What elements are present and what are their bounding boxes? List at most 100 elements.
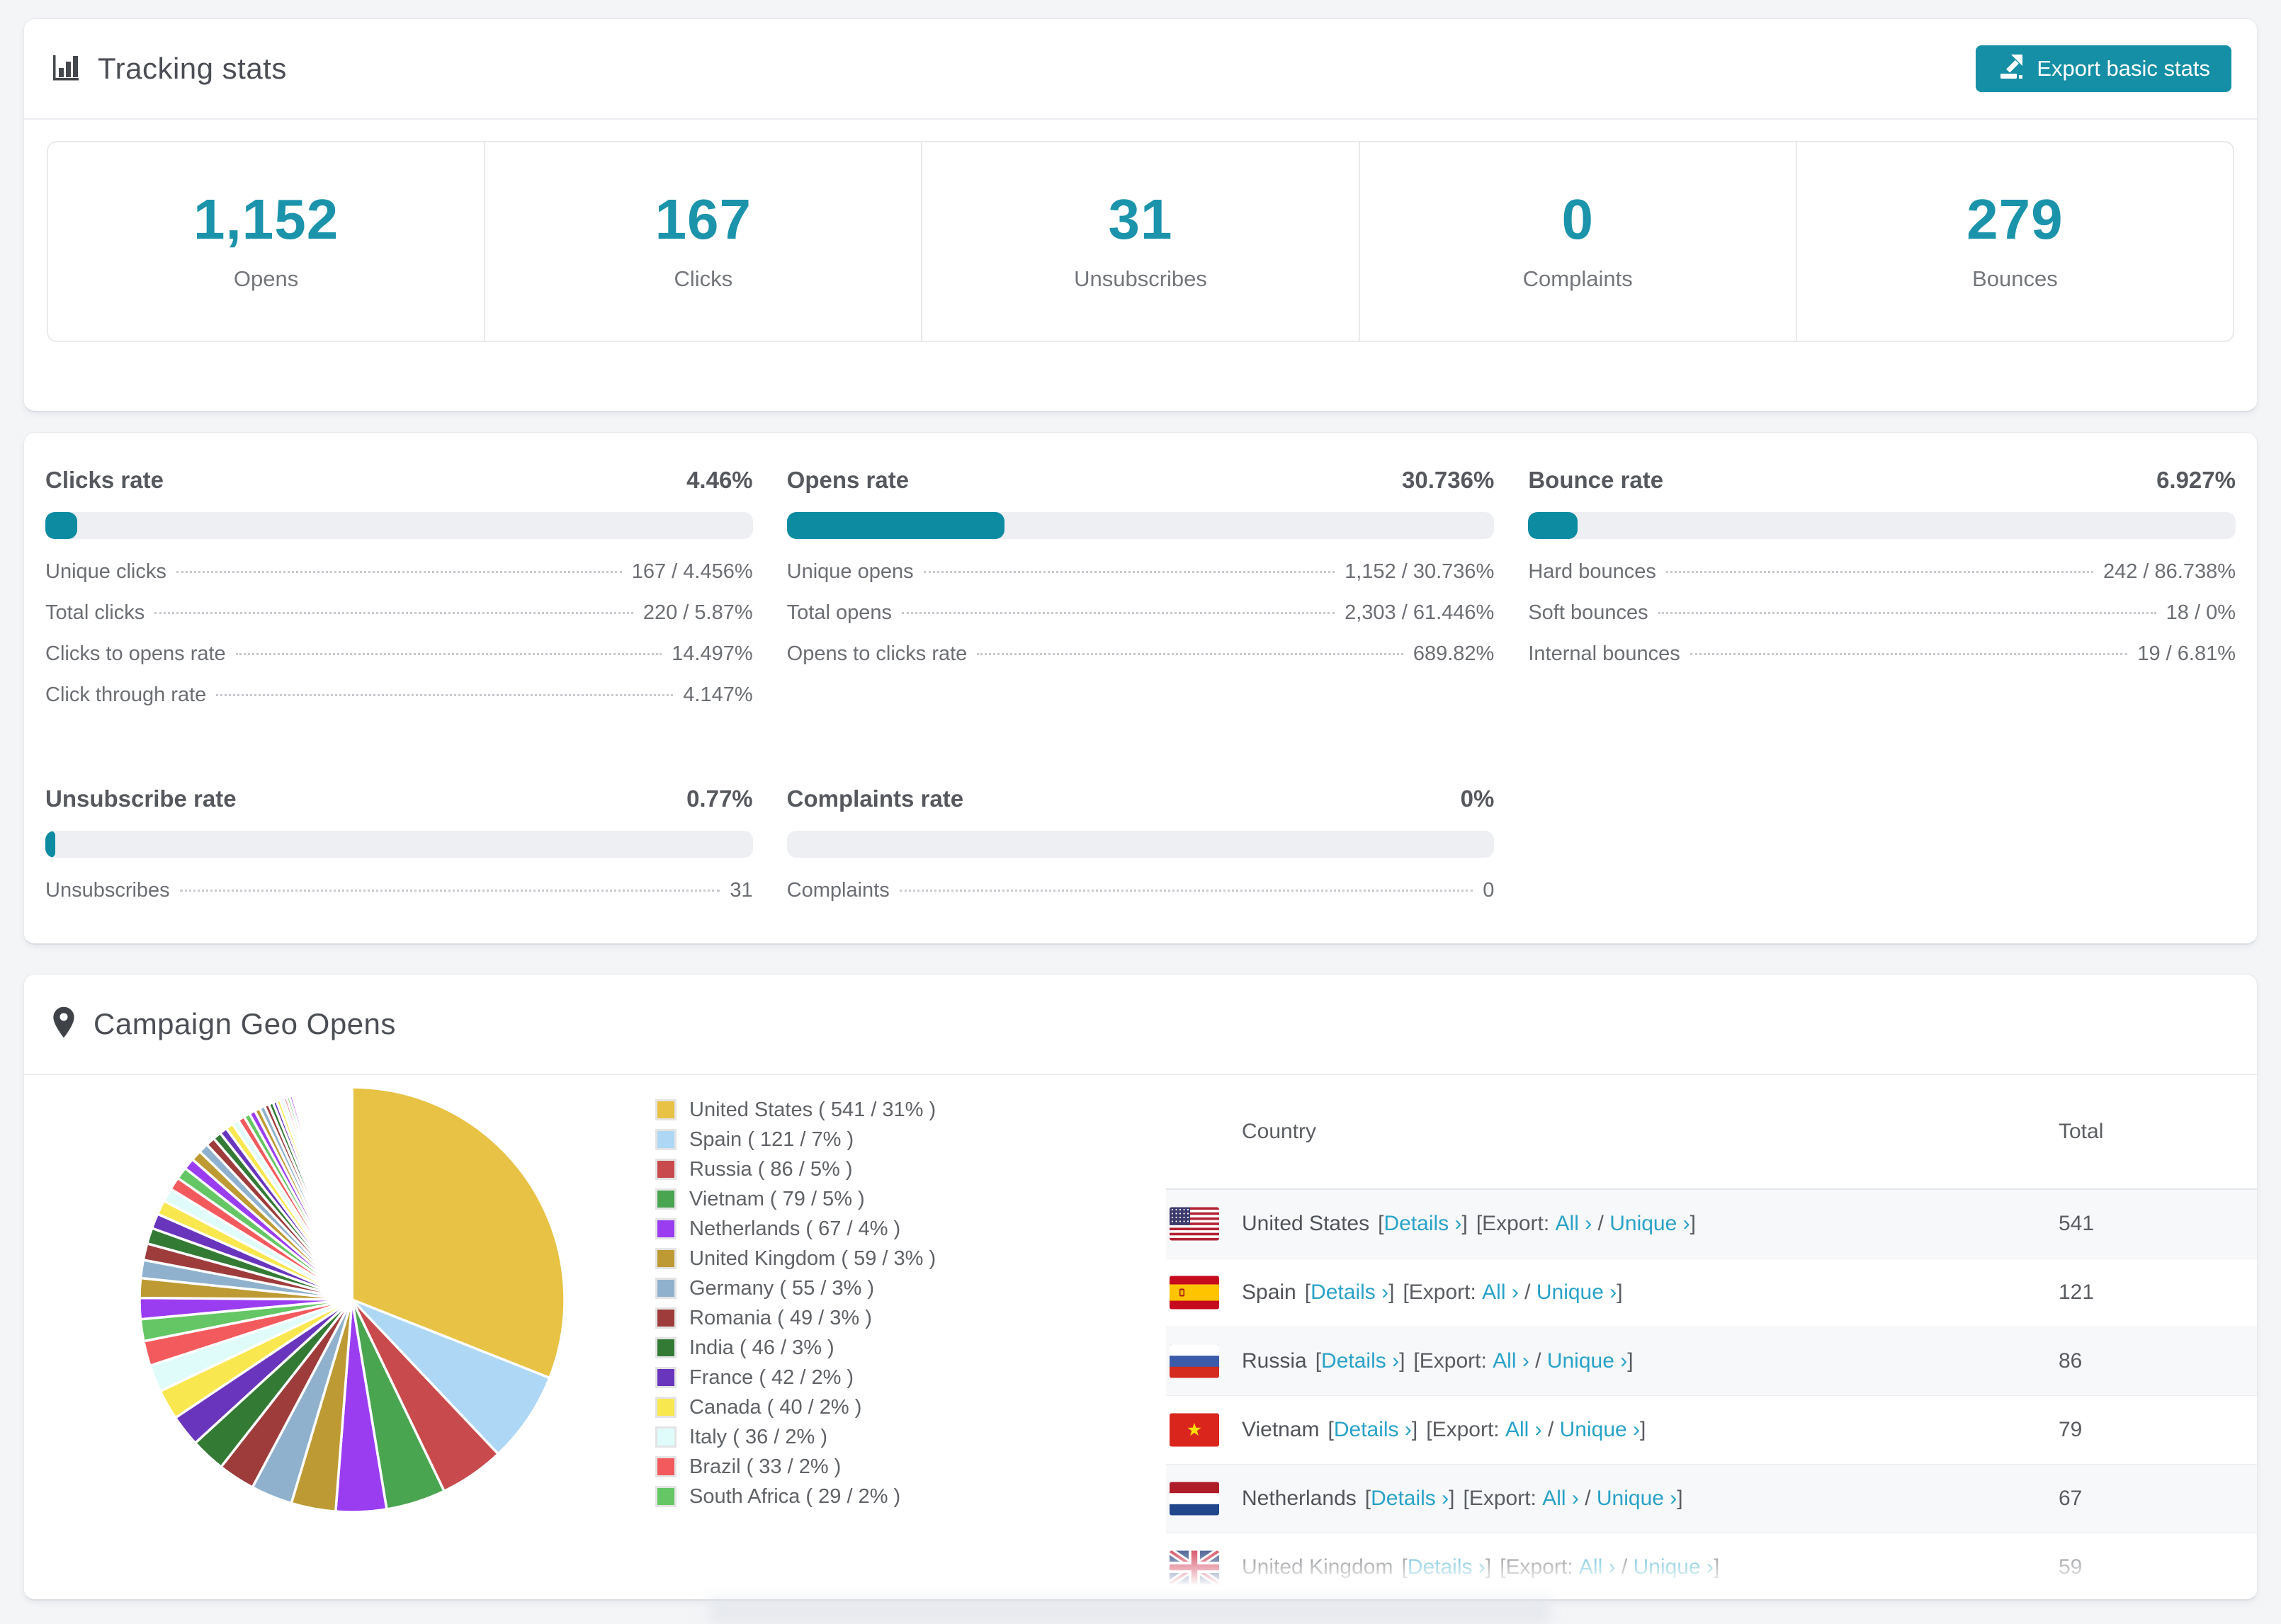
legend-item-canada[interactable]: Canada ( 40 / 2% ) xyxy=(655,1392,936,1422)
export-unique-link[interactable]: Unique › xyxy=(1560,1418,1640,1442)
geo-table-header: Country Total xyxy=(1166,1075,2257,1190)
rate-section-bounce-rate: Bounce rate 6.927% Hard bounces 242 / 86.73… xyxy=(1528,467,2236,725)
rate-title: Bounce rate xyxy=(1528,467,1664,493)
legend-label: United Kingdom ( 59 / 3% ) xyxy=(689,1247,936,1270)
export-all-link[interactable]: All › xyxy=(1505,1418,1542,1442)
flag-icon-nl xyxy=(1170,1482,1219,1516)
export-all-link[interactable]: All › xyxy=(1482,1281,1519,1305)
legend-item-germany[interactable]: Germany ( 55 / 3% ) xyxy=(655,1273,936,1303)
country-name: Spain xyxy=(1242,1281,1296,1304)
export-icon xyxy=(1997,52,2025,86)
dotted-leader xyxy=(923,571,1335,573)
pie-slice-other[interactable] xyxy=(350,1086,353,1300)
legend-item-spain[interactable]: Spain ( 121 / 7% ) xyxy=(655,1125,936,1154)
legend-item-vietnam[interactable]: Vietnam ( 79 / 5% ) xyxy=(655,1184,936,1214)
detail-label: Opens to clicks rate xyxy=(786,642,968,665)
header-divider xyxy=(24,118,2257,120)
rate-value: 0% xyxy=(1460,785,1495,812)
legend-label: Brazil ( 33 / 2% ) xyxy=(689,1455,842,1478)
details-link[interactable]: Details › xyxy=(1321,1349,1399,1373)
details-link[interactable]: Details › xyxy=(1383,1212,1461,1236)
bar-chart-icon xyxy=(50,51,82,87)
stat-value-unsubscribes: 31 xyxy=(1108,188,1173,251)
detail-label: Total clicks xyxy=(45,601,145,624)
dotted-leader xyxy=(154,612,633,614)
detail-label: Total opens xyxy=(786,601,892,624)
legend-label: Romania ( 49 / 3% ) xyxy=(689,1306,872,1329)
detail-label: Click through rate xyxy=(45,683,207,706)
progress-fill xyxy=(45,512,77,539)
legend-swatch xyxy=(655,1218,677,1239)
legend-item-brazil[interactable]: Brazil ( 33 / 2% ) xyxy=(655,1452,936,1482)
legend-item-romania[interactable]: Romania ( 49 / 3% ) xyxy=(655,1303,936,1333)
detail-row-clicks-to-opens-rate: Clicks to opens rate 14.497% xyxy=(45,642,753,683)
detail-value: 18 / 0% xyxy=(2166,601,2236,624)
rate-value: 6.927% xyxy=(2156,467,2236,493)
detail-row-soft-bounces: Soft bounces 18 / 0% xyxy=(1528,601,2236,642)
export-unique-link[interactable]: Unique › xyxy=(1547,1349,1627,1373)
legend-item-france[interactable]: France ( 42 / 2% ) xyxy=(655,1363,936,1392)
details-link[interactable]: Details › xyxy=(1334,1418,1412,1442)
rate-title: Clicks rate xyxy=(45,467,164,493)
geo-table-row-united-kingdom: United Kingdom[Details ›] [Export: All › … xyxy=(1166,1533,2257,1599)
legend-item-russia[interactable]: Russia ( 86 / 5% ) xyxy=(655,1154,936,1184)
export-button-label: Export basic stats xyxy=(2037,56,2210,81)
detail-label: Unsubscribes xyxy=(45,879,170,902)
legend-label: Germany ( 55 / 3% ) xyxy=(689,1276,875,1300)
detail-row-unique-clicks: Unique clicks 167 / 4.456% xyxy=(45,560,753,601)
pie-legend: United States ( 541 / 31% ) Spain ( 121 /… xyxy=(655,1095,936,1511)
legend-label: Vietnam ( 79 / 5% ) xyxy=(689,1187,865,1210)
stat-cell-opens: 1,152 Opens xyxy=(48,142,486,341)
details-link[interactable]: Details › xyxy=(1371,1487,1449,1511)
rate-value: 30.736% xyxy=(1402,467,1495,493)
detail-value: 689.82% xyxy=(1413,642,1495,665)
legend-label: Spain ( 121 / 7% ) xyxy=(689,1128,854,1151)
export-unique-link[interactable]: Unique › xyxy=(1609,1212,1689,1236)
legend-item-netherlands[interactable]: Netherlands ( 67 / 4% ) xyxy=(655,1214,936,1244)
rate-title: Opens rate xyxy=(786,467,910,493)
export-all-link[interactable]: All › xyxy=(1556,1212,1592,1236)
detail-value: 31 xyxy=(730,879,753,902)
export-basic-stats-button[interactable]: Export basic stats xyxy=(1976,45,2231,92)
export-unique-link[interactable]: Unique › xyxy=(1634,1555,1714,1579)
export-all-link[interactable]: All › xyxy=(1542,1487,1579,1511)
legend-label: Netherlands ( 67 / 4% ) xyxy=(689,1217,901,1240)
details-link[interactable]: Details › xyxy=(1311,1281,1388,1305)
geo-table-row-spain: Spain[Details ›] [Export: All › / Unique … xyxy=(1166,1259,2257,1327)
stat-value-complaints: 0 xyxy=(1561,188,1594,251)
legend-item-south-africa[interactable]: South Africa ( 29 / 2% ) xyxy=(655,1482,936,1511)
flag-icon-es xyxy=(1170,1276,1219,1310)
progress-fill xyxy=(45,831,55,858)
legend-label: Canada ( 40 / 2% ) xyxy=(689,1395,862,1419)
legend-swatch xyxy=(655,1188,677,1210)
legend-item-india[interactable]: India ( 46 / 3% ) xyxy=(655,1333,936,1363)
legend-item-united-states[interactable]: United States ( 541 / 31% ) xyxy=(655,1095,936,1125)
country-total: 59 xyxy=(2059,1555,2083,1579)
flag-icon-vn xyxy=(1170,1413,1219,1447)
export-all-link[interactable]: All › xyxy=(1579,1555,1616,1579)
dotted-leader xyxy=(1658,612,2156,614)
export-unique-link[interactable]: Unique › xyxy=(1536,1281,1617,1305)
rate-section-complaints-rate: Complaints rate 0% Complaints 0 xyxy=(786,785,1495,920)
stat-cell-clicks: 167 Clicks xyxy=(485,142,923,341)
rate-section-unsubscribe-rate: Unsubscribe rate 0.77% Unsubscribes 31 xyxy=(45,785,753,920)
details-link[interactable]: Details › xyxy=(1408,1555,1485,1579)
export-all-link[interactable]: All › xyxy=(1493,1349,1529,1373)
progress-bar-unsubscribe-rate xyxy=(45,831,753,858)
detail-value: 242 / 86.738% xyxy=(2102,560,2236,583)
detail-value: 167 / 4.456% xyxy=(631,560,753,583)
dotted-leader xyxy=(176,571,622,573)
detail-label: Internal bounces xyxy=(1528,642,1680,665)
export-unique-link[interactable]: Unique › xyxy=(1597,1487,1677,1511)
detail-row-unique-opens: Unique opens 1,152 / 30.736% xyxy=(787,560,1495,601)
legend-swatch xyxy=(655,1307,677,1329)
legend-item-united-kingdom[interactable]: United Kingdom ( 59 / 3% ) xyxy=(655,1244,936,1273)
stat-value-clicks: 167 xyxy=(655,188,752,251)
legend-item-italy[interactable]: Italy ( 36 / 2% ) xyxy=(655,1422,936,1452)
detail-row-unsubscribes: Unsubscribes 31 xyxy=(45,879,753,920)
stat-value-opens: 1,152 xyxy=(193,188,339,251)
detail-label: Clicks to opens rate xyxy=(45,642,226,665)
detail-row-click-through-rate: Click through rate 4.147% xyxy=(45,683,753,725)
legend-label: India ( 46 / 3% ) xyxy=(689,1336,834,1359)
detail-value: 1,152 / 30.736% xyxy=(1345,560,1495,583)
